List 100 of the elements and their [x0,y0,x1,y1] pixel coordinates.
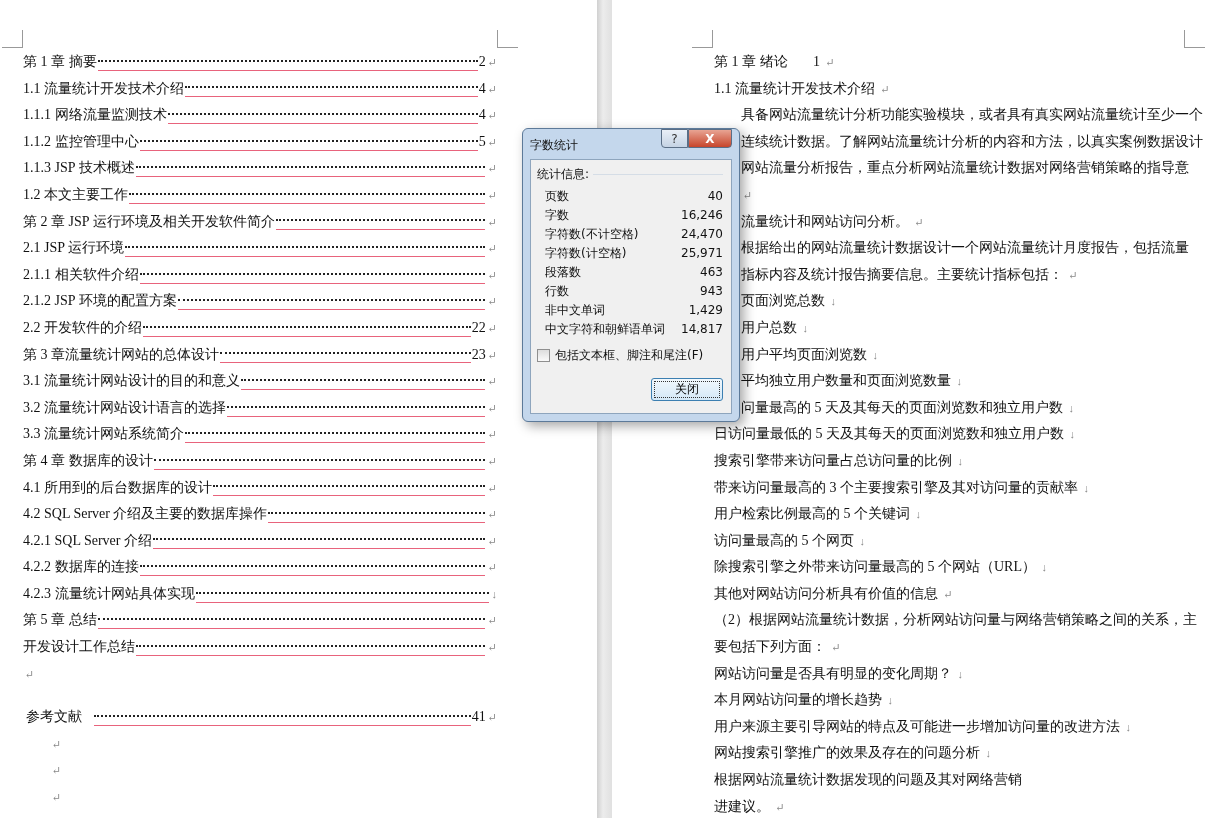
body-text-line: 要包括下列方面： [714,639,826,655]
page-number: 22 [471,318,486,337]
paragraph-mark: ↵ [487,161,497,177]
margin-corner-mark [497,30,518,48]
body-text-line: 页面浏览总数 [741,293,825,309]
body-text-line: 问量最高的 5 天及其每天的页面浏览数和独立用户数 [741,399,1063,415]
stat-value: 943 [700,283,723,300]
paragraph-mark: ↵ [487,187,497,203]
stat-label: 行数 [545,283,569,300]
paragraph-mark: ↵ [487,453,497,469]
margin-corner-mark [2,30,23,48]
paragraph-mark: ↵ [1068,268,1078,281]
body-text-line: 带来访问量最高的 3 个主要搜索引擎及其对访问量的贡献率 [714,479,1078,495]
body-text-line: 根据给出的网站流量统计数据设计一个网站流量统计月度报告，包括流量 [741,240,1189,256]
paragraph-mark: ↓ [1068,401,1074,414]
paragraph-mark: ↵ [487,267,497,283]
toc-entry-title: 1.1.3 JSP 技术概述 [23,159,135,178]
paragraph-mark: ↵ [487,480,497,496]
toc-entry-title: 3.1 流量统计网站设计的目的和意义 [23,372,240,391]
stat-value: 1,429 [688,302,723,319]
paragraph-mark: ↵ [487,320,497,336]
stat-label: 页数 [545,188,569,205]
body-text-line: 指标内容及统计报告摘要信息。主要统计指标包括： [741,266,1063,282]
body-text-line: 访问量最高的 5 个网页 [714,532,854,548]
toc-entry-title: 4.1 所用到的后台数据库的设计 [23,478,212,497]
stat-label: 字符数(计空格) [545,245,627,262]
paragraph-mark: ↵ [487,81,497,97]
body-text-line: 用户平均页面浏览数 [741,346,867,362]
paragraph-mark: ↓ [859,534,865,547]
toc-entry-title: 2.2 开发软件的介绍 [23,318,142,337]
toc-entry-title: 4.2.1 SQL Server 介绍 [23,531,152,550]
page-number: 4 [478,79,486,98]
stat-value: 24,470 [681,226,723,243]
paragraph-mark: ↵ [831,641,841,654]
toc-entry-title: 3.2 流量统计网站设计语言的选择 [23,398,226,417]
paragraph-mark: ↓ [957,667,963,680]
body-text-line: 流量统计和网站访问分析。 [741,213,909,229]
paragraph-mark: ↓ [915,508,921,521]
paragraph-mark: ↵ [487,55,497,70]
toc-entry-title: 第 1 章 摘要 [23,53,97,71]
stat-value: 463 [700,264,723,281]
paragraph-mark: ↵ [487,533,497,549]
paragraph-mark: ↵ [487,400,497,416]
paragraph-mark: ↵ [487,613,497,629]
paragraph-mark: ↓ [802,321,808,334]
body-text-line: 其他对网站访问分析具有价值的信息 [714,585,938,601]
body-text-line: 网站访问量是否具有明显的变化周期？ [714,665,952,681]
paragraph-mark: ↓ [1069,428,1075,441]
body-text-line: 具备网站流量统计分析功能实验模块，或者具有真实网站流量统计至少一个 [741,107,1203,123]
paragraph-mark: ↓ [872,348,878,361]
body-text-line: 本月网站访问量的增长趋势 [714,692,882,708]
toc-entry-title: 1.1.2 监控管理中心 [23,132,139,151]
checkbox[interactable] [537,349,550,362]
close-dialog-button[interactable]: 关闭 [651,378,723,401]
body-text-line: 进建议。 [714,798,770,814]
paragraph-mark: ↵ [487,294,497,310]
stat-label: 段落数 [545,264,581,281]
paragraph-mark: ↓ [887,694,893,707]
paragraph-mark: ↵ [943,587,953,600]
paragraph-mark: ↓ [491,586,497,602]
paragraph-mark: ↓ [957,454,963,467]
toc-entry-title: 2.1.2 JSP 环境的配置方案 [23,292,177,311]
body-text-line: 网站流量分析报告，重点分析网站流量统计数据对网络营销策略的指导意 [741,160,1189,176]
paragraph-mark: ↵ [487,374,497,390]
body-text-line: （2）根据网站流量统计数据，分析网站访问量与网络营销策略之间的关系，主 [714,612,1197,628]
page-number: 2 [478,53,486,71]
paragraph-mark: ↵ [487,347,497,363]
paragraph-mark: ↵ [487,710,497,726]
paragraph-mark: ↵ [487,134,497,150]
paragraph-mark: ↵ [487,560,497,576]
section-heading: 1.1 流量统计开发技术介绍 [714,80,875,96]
stat-value: 40 [707,188,723,205]
stat-value: 16,246 [681,207,723,224]
paragraph-mark: ↵ [487,108,497,124]
checkbox-label: 包括文本框、脚注和尾注(F) [555,347,704,364]
paragraph-mark: ↵ [487,507,497,523]
paragraph-mark: ↵ [775,800,785,813]
page-number: 5 [478,132,486,151]
body-text-line: 平均独立用户数量和页面浏览数量 [741,373,951,389]
body-text-line: 用户来源主要引导网站的特点及可能进一步增加访问量的改进方法 [714,718,1120,734]
paragraph-mark: ↵ [914,215,924,228]
body-text-line: 根据网站流量统计数据发现的问题及其对网络营销 [714,772,1022,788]
stat-label: 字符数(不计空格) [545,226,639,243]
toc-entry-title: 开发设计工作总结 [23,638,135,657]
toc-entry-title: 4.2.2 数据库的连接 [23,558,139,577]
dialog-title: 字数统计 [530,137,578,154]
toc-entry-title: 1.2 本文主要工作 [23,185,128,204]
paragraph-mark: ↵ [487,640,497,656]
paragraph-mark: ↵ [487,214,497,230]
margin-corner-mark [692,30,713,48]
stat-label: 非中文单词 [545,302,605,319]
paragraph-mark: ↵ [52,763,62,779]
paragraph-mark: ↵ [52,736,62,752]
margin-corner-mark [1184,30,1205,48]
help-button[interactable]: ? [661,129,688,148]
paragraph-mark: ↓ [985,747,991,760]
paragraph-mark: ↓ [956,375,962,388]
body-text-line: 连续统计数据。了解网站流量统计分析的内容和方法，以真实案例数据设计 [741,133,1203,149]
toc-entry-title: 2.1.1 相关软件介绍 [23,265,139,284]
page-number: 23 [471,345,486,364]
